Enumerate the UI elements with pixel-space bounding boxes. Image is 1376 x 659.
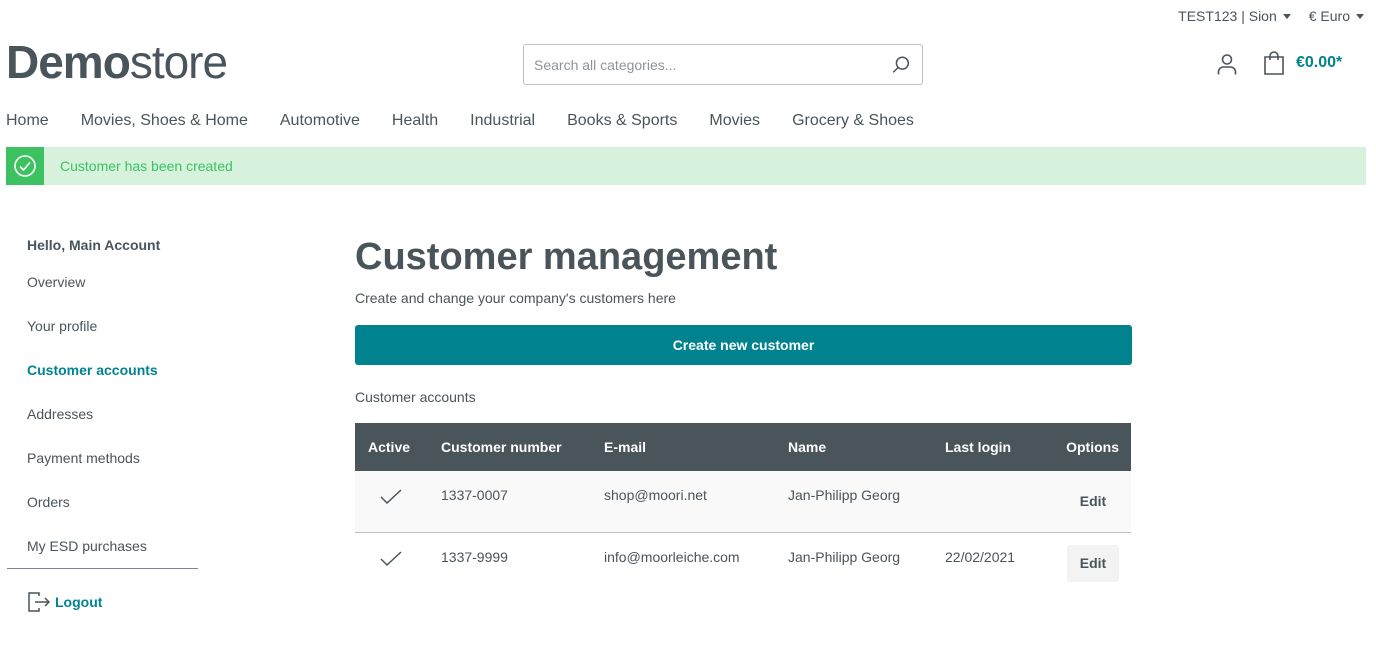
cart-button[interactable]: €0.00* [1262, 50, 1342, 76]
cart-bag-icon [1264, 51, 1284, 75]
nav-item-industrial[interactable]: Industrial [470, 112, 535, 130]
store-selector[interactable]: TEST123 | Sion [1178, 8, 1291, 24]
currency-selector-label: € Euro [1308, 8, 1350, 24]
nav-item-health[interactable]: Health [392, 112, 438, 130]
name-cell: Jan-Philipp Georg [788, 487, 901, 503]
customer-number-cell: 1337-9999 [441, 548, 508, 565]
nav-item-movies-shoes-home[interactable]: Movies, Shoes & Home [81, 112, 248, 130]
logout-icon [28, 592, 51, 612]
account-sidebar: Hello, Main Account Overview Your profil… [7, 230, 198, 613]
currency-selector[interactable]: € Euro [1309, 8, 1364, 24]
create-new-customer-button[interactable]: Create new customer [355, 325, 1132, 365]
options-cell: Edit [1055, 471, 1131, 532]
success-alert: Customer has been created [6, 147, 1366, 185]
nav-item-movies[interactable]: Movies [709, 112, 760, 130]
column-header-name: Name [788, 439, 827, 455]
last-login-cell: 22/02/2021 [945, 548, 1016, 565]
name-cell: Jan-Philipp Georg [788, 548, 901, 565]
logo-bold-text: Demo [6, 36, 131, 88]
checkmark-icon [380, 489, 402, 505]
column-header-email: E-mail [604, 439, 647, 455]
customer-accounts-table: Active Customer number E-mail Name Last … [355, 423, 1131, 593]
check-circle-icon [14, 155, 36, 177]
logout-label: Logout [55, 594, 103, 610]
email-cell: info@moorleiche.com [604, 548, 740, 565]
sidebar-item-payment-methods[interactable]: Payment methods [7, 436, 198, 480]
edit-button[interactable]: Edit [1067, 544, 1119, 582]
active-cell [355, 471, 441, 532]
nav-item-grocery-shoes[interactable]: Grocery & Shoes [792, 112, 914, 130]
table-header-row: Active Customer number E-mail Name Last … [355, 423, 1131, 471]
store-selector-label: TEST123 | Sion [1178, 8, 1277, 24]
last-login-cell [945, 471, 1055, 532]
search-icon[interactable] [890, 54, 912, 76]
sidebar-item-addresses[interactable]: Addresses [7, 392, 198, 436]
caret-down-icon [1356, 13, 1364, 19]
account-icon[interactable] [1215, 52, 1239, 76]
nav-item-books-sports[interactable]: Books & Sports [567, 112, 677, 130]
nav-item-automotive[interactable]: Automotive [280, 112, 360, 130]
table-row: 1337-9999 info@moorleiche.com Jan-Philip… [355, 532, 1131, 593]
active-cell [355, 532, 441, 593]
logo-light-text: store [129, 36, 228, 88]
email-cell: shop@moori.net [604, 487, 707, 503]
sidebar-item-your-profile[interactable]: Your profile [7, 304, 198, 348]
table-row: 1337-0007 shop@moori.net Jan-Philipp Geo… [355, 471, 1131, 532]
column-header-options: Options [1066, 439, 1119, 455]
logout-link[interactable]: Logout [7, 591, 198, 613]
caret-down-icon [1282, 13, 1291, 19]
main-navigation: Home Movies, Shoes & Home Automotive Hea… [6, 112, 946, 130]
page-title: Customer management [355, 236, 778, 278]
sidebar-divider [7, 568, 198, 569]
success-alert-icon-box [6, 147, 44, 185]
column-header-active: Active [368, 439, 411, 455]
edit-button[interactable]: Edit [1067, 483, 1119, 520]
top-bar: TEST123 | Sion € Euro [1178, 8, 1364, 24]
sidebar-item-overview[interactable]: Overview [7, 260, 198, 304]
checkmark-icon [380, 550, 402, 566]
sidebar-item-orders[interactable]: Orders [7, 480, 198, 524]
nav-item-home[interactable]: Home [6, 112, 49, 130]
search-box [523, 44, 923, 85]
sidebar-greeting: Hello, Main Account [27, 237, 161, 253]
sidebar-item-esd-purchases[interactable]: My ESD purchases [7, 524, 198, 568]
customer-number-cell: 1337-0007 [441, 487, 508, 503]
options-cell: Edit [1055, 532, 1131, 593]
page-subtitle: Create and change your company's custome… [355, 290, 676, 306]
main-content: Customer management Create and change yo… [355, 234, 1132, 593]
store-logo[interactable]: Demostore [6, 36, 228, 88]
column-header-customer-number: Customer number [441, 439, 562, 455]
cart-total: €0.00* [1296, 54, 1343, 71]
sidebar-item-customer-accounts[interactable]: Customer accounts [7, 348, 198, 392]
search-input[interactable] [534, 56, 890, 73]
column-header-last-login: Last login [945, 439, 1012, 455]
success-alert-message: Customer has been created [60, 158, 233, 174]
section-label: Customer accounts [355, 389, 476, 405]
